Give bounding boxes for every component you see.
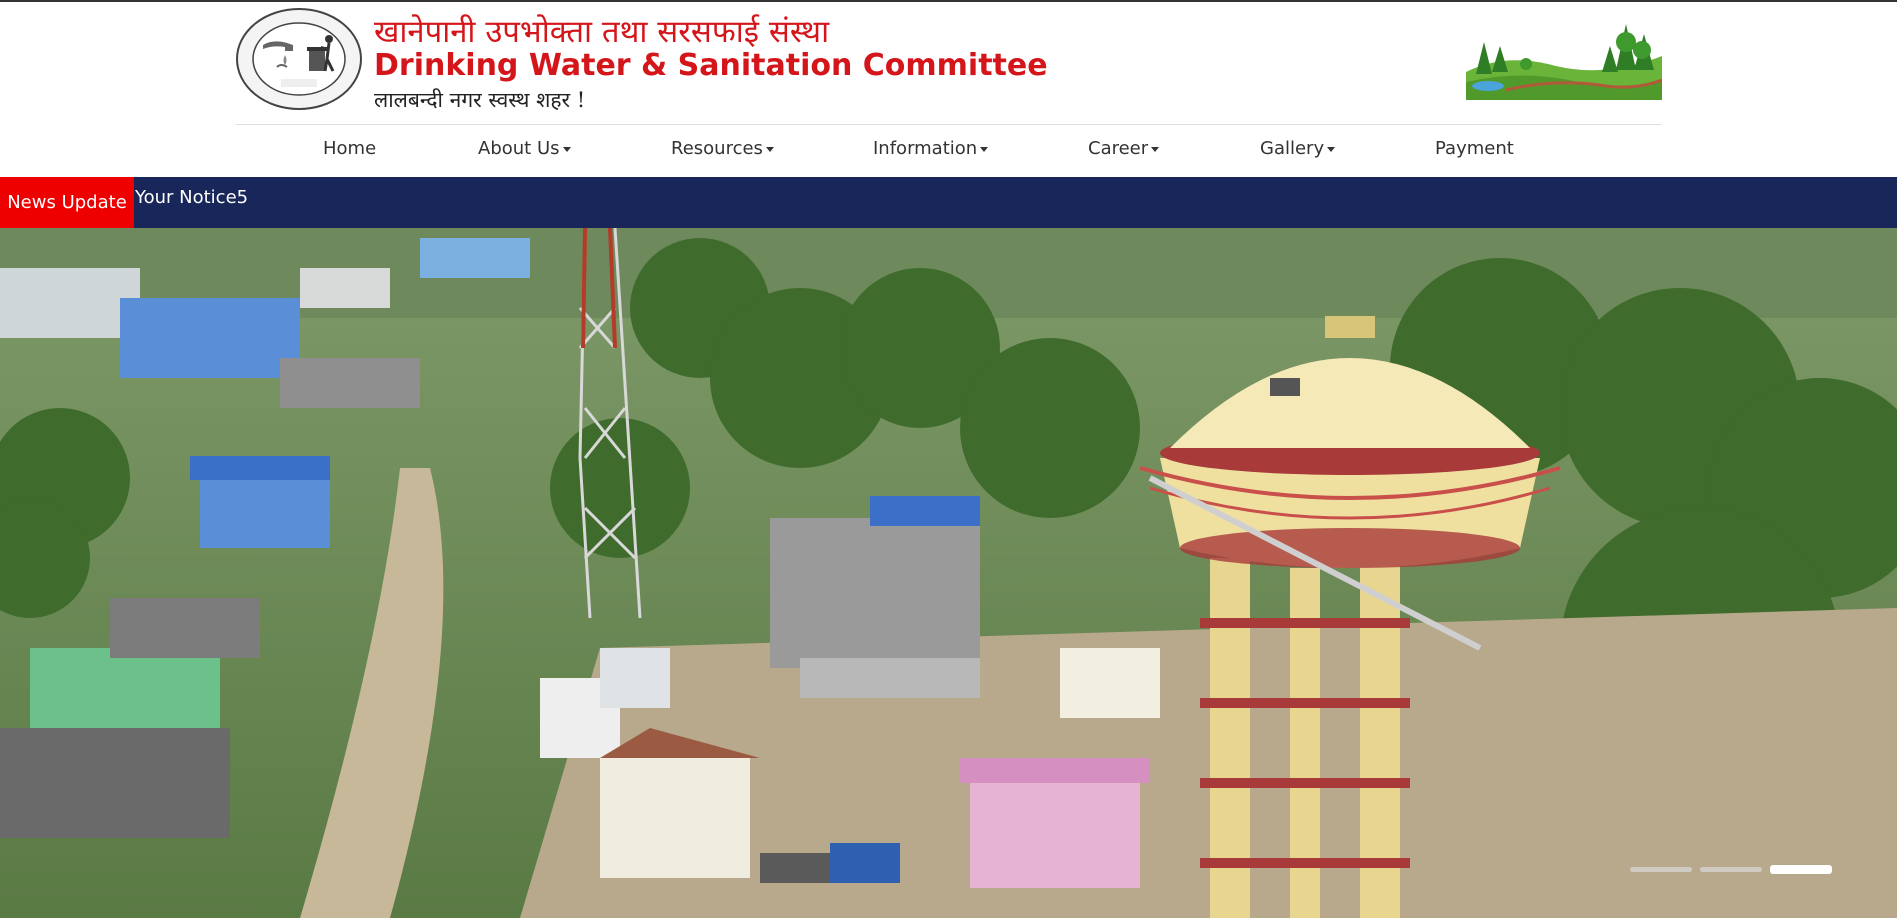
caret-down-icon (562, 146, 571, 152)
site-title-nepali: खानेपानी उपभोक्ता तथा सरसफाई संस्था (374, 14, 830, 50)
nav-item-label: Payment (1435, 138, 1514, 159)
site-title-english: Drinking Water & Sanitation Committee (374, 48, 1048, 83)
nav-item-label: About Us (478, 138, 560, 159)
news-ticker: News Update Your Notice5 (0, 177, 1897, 228)
nav-item-label: Career (1088, 138, 1149, 159)
green-landscape-icon (1466, 12, 1662, 100)
caret-down-icon (765, 146, 774, 152)
caret-down-icon (1327, 146, 1336, 152)
main-navigation: Home About Us Resources Information Care… (236, 125, 1662, 175)
caret-down-icon (980, 146, 989, 152)
carousel-dot-3-active[interactable] (1770, 865, 1832, 874)
news-update-label: News Update (0, 177, 134, 228)
nav-item-payment[interactable]: Payment (1435, 138, 1514, 159)
nav-item-home[interactable]: Home (323, 138, 376, 159)
water-sanitation-seal-icon[interactable] (235, 7, 363, 111)
news-ticker-text[interactable]: Your Notice5 (135, 187, 248, 208)
carousel-dot-1[interactable] (1630, 867, 1692, 872)
nav-item-label: Resources (671, 138, 763, 159)
nav-item-gallery[interactable]: Gallery (1260, 138, 1336, 159)
nav-item-career[interactable]: Career (1088, 138, 1160, 159)
caret-down-icon (1151, 146, 1160, 152)
nav-item-about-us[interactable]: About Us (478, 138, 571, 159)
nav-item-label: Home (323, 138, 377, 159)
nav-item-label: Information (873, 138, 978, 159)
carousel-dot-2[interactable] (1700, 867, 1762, 872)
site-header: खानेपानी उपभोक्ता तथा सरसफाई संस्था Drin… (0, 4, 1897, 124)
hero-carousel-slide[interactable] (0, 228, 1897, 918)
nav-item-resources[interactable]: Resources (671, 138, 774, 159)
site-slogan: लालबन्दी नगर स्वस्थ शहर ! (374, 88, 586, 112)
water-tower-aerial-photo (0, 228, 1897, 918)
nav-item-information[interactable]: Information (873, 138, 989, 159)
nav-item-label: Gallery (1260, 138, 1325, 159)
